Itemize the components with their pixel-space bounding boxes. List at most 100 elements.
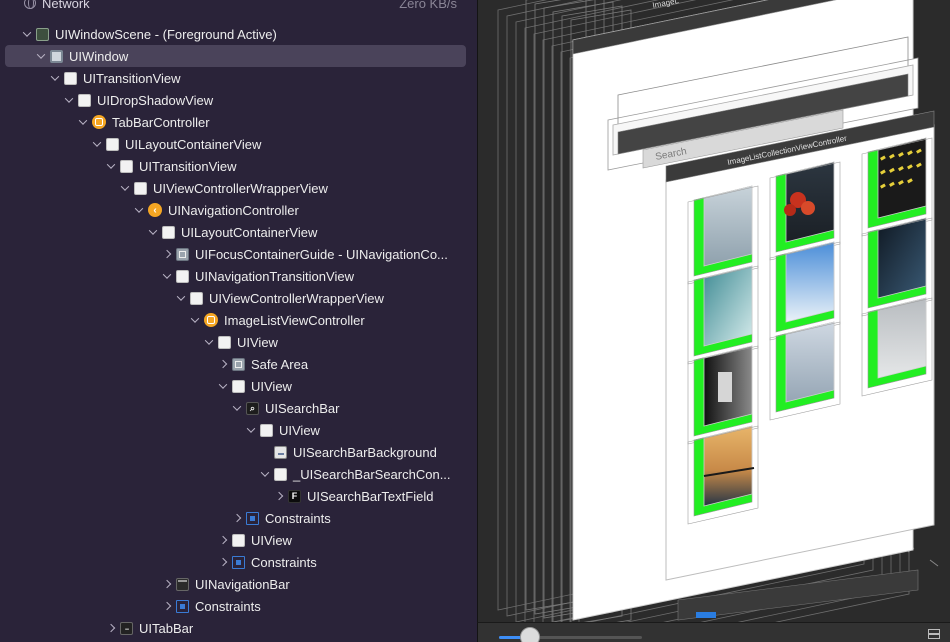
tree-row-label: UITransitionView xyxy=(139,158,237,174)
tree-row-label: UIView xyxy=(279,422,320,438)
tree-row[interactable]: _UISearchBarSearchCon... xyxy=(0,463,477,485)
view-icon xyxy=(232,379,245,393)
search-bar-icon: ⌕ xyxy=(246,401,259,415)
chevron-right-icon[interactable] xyxy=(218,557,228,567)
chevron-down-icon[interactable] xyxy=(162,271,172,281)
tree-row-label: _UISearchBarSearchCon... xyxy=(293,466,451,482)
chevron-right-icon[interactable] xyxy=(218,359,228,369)
focus-guide-icon xyxy=(176,247,189,261)
globe-icon xyxy=(24,0,36,9)
view-icon xyxy=(120,159,133,173)
tree-row[interactable]: UIWindow xyxy=(0,45,477,67)
tree-row[interactable]: Constraints xyxy=(0,551,477,573)
tree-row[interactable]: UINavigationTransitionView xyxy=(0,265,477,287)
tree-row[interactable]: Constraints xyxy=(0,507,477,529)
chevron-down-icon[interactable] xyxy=(232,403,242,413)
tree-row[interactable]: UISearchBarBackground xyxy=(0,441,477,463)
focus-guide-icon xyxy=(232,357,245,371)
tree-row-label: UISearchBarTextField xyxy=(307,488,434,504)
tree-row[interactable]: UITabBar xyxy=(0,617,477,639)
chevron-down-icon[interactable] xyxy=(218,381,228,391)
chevron-right-icon[interactable] xyxy=(162,579,172,589)
chevron-down-icon[interactable] xyxy=(148,227,158,237)
tree-row-label: UINavigationBar xyxy=(195,576,290,592)
tree-row[interactable]: UITransitionView xyxy=(0,67,477,89)
tree-row[interactable]: UIView xyxy=(0,331,477,353)
tree-row[interactable]: Safe Area xyxy=(0,353,477,375)
tree-row[interactable]: UIFocusContainerGuide - UINavigationCo..… xyxy=(0,243,477,265)
tree-row[interactable]: Constraints xyxy=(0,595,477,617)
chevron-down-icon[interactable] xyxy=(106,161,116,171)
view-icon xyxy=(134,181,147,195)
navigation-controller-icon: ‹ xyxy=(148,203,162,217)
tree-row[interactable]: UINavigationBar xyxy=(0,573,477,595)
chevron-right-icon[interactable] xyxy=(274,491,284,501)
tree-row[interactable]: TabBarController xyxy=(0,111,477,133)
tree-row[interactable]: F UISearchBarTextField xyxy=(0,485,477,507)
layer-planes: Search ImageListCollectionViewControllerI… xyxy=(572,0,935,621)
chevron-down-icon[interactable] xyxy=(190,315,200,325)
tree-row-label: UITransitionView xyxy=(83,70,181,86)
tree-row[interactable]: UIView xyxy=(0,419,477,441)
view-hierarchy-navigator: Network Zero KB/s UIWindowScene - (Foreg… xyxy=(0,0,477,642)
network-header: Network Zero KB/s xyxy=(0,0,477,13)
top-vc-label: ImageL xyxy=(652,0,680,10)
chevron-down-icon[interactable] xyxy=(78,117,88,127)
tree-row[interactable]: ‹ UINavigationController xyxy=(0,199,477,221)
view-icon xyxy=(176,269,189,283)
network-speed: Zero KB/s xyxy=(399,0,457,11)
chevron-down-icon[interactable] xyxy=(260,469,270,479)
chevron-down-icon[interactable] xyxy=(36,51,46,61)
view-controller-icon xyxy=(92,115,106,129)
layout-toggle-icon[interactable] xyxy=(928,629,940,639)
chevron-right-icon[interactable] xyxy=(162,249,172,259)
tree-row[interactable]: ⌕ UISearchBar xyxy=(0,397,477,419)
tree-row[interactable]: UILayoutContainerView xyxy=(0,221,477,243)
3d-view-canvas[interactable]: Search ImageListCollectionViewController I… xyxy=(477,0,950,622)
tree-row-label: UILayoutContainerView xyxy=(125,136,262,152)
chevron-right-icon[interactable] xyxy=(162,601,172,611)
chevron-down-icon[interactable] xyxy=(50,73,60,83)
text-field-icon: F xyxy=(288,489,301,503)
chevron-down-icon[interactable] xyxy=(120,183,130,193)
view-icon xyxy=(64,71,77,85)
chevron-down-icon[interactable] xyxy=(134,205,144,215)
tree-row-label: UIView xyxy=(237,334,278,350)
tree-row-label: ImageListViewController xyxy=(224,312,365,328)
view-icon xyxy=(78,93,91,107)
tree-row[interactable]: UIView xyxy=(0,375,477,397)
chevron-right-icon[interactable] xyxy=(232,513,242,523)
chevron-right-icon[interactable] xyxy=(106,623,116,633)
tree-row-label: Constraints xyxy=(265,510,331,526)
view-icon xyxy=(106,137,119,151)
tree-row-label: UIViewControllerWrapperView xyxy=(209,290,384,306)
chevron-down-icon[interactable] xyxy=(176,293,186,303)
tree-row[interactable]: UIWindowScene - (Foreground Active) xyxy=(0,23,477,45)
tree-row[interactable]: UIViewControllerWrapperView xyxy=(0,177,477,199)
exploded-3d-view[interactable]: Search ImageListCollectionViewControllerI… xyxy=(478,0,950,622)
chevron-down-icon[interactable] xyxy=(22,29,32,39)
tree-row[interactable]: UIViewControllerWrapperView xyxy=(0,287,477,309)
chevron-down-icon[interactable] xyxy=(92,139,102,149)
tree-row[interactable]: ImageListViewController xyxy=(0,309,477,331)
network-title: Network xyxy=(42,0,90,11)
zoom-slider-knob[interactable] xyxy=(520,627,541,642)
chevron-down-icon[interactable] xyxy=(246,425,256,435)
view-icon xyxy=(274,467,287,481)
tree-row-label: UISearchBarBackground xyxy=(293,444,437,460)
chevron-down-icon[interactable] xyxy=(64,95,74,105)
chevron-right-icon[interactable] xyxy=(218,535,228,545)
tree-row-label: Constraints xyxy=(195,598,261,614)
tree-row[interactable]: UIDropShadowView xyxy=(0,89,477,111)
tree-row[interactable]: UILayoutContainerView xyxy=(0,133,477,155)
tree-row-label: UIView xyxy=(251,532,292,548)
tree-row-label: TabBarController xyxy=(112,114,210,130)
tree-row[interactable]: UIView xyxy=(0,529,477,551)
tree-row[interactable]: UITransitionView xyxy=(0,155,477,177)
view-icon xyxy=(260,423,273,437)
constraints-icon xyxy=(232,555,245,569)
chevron-down-icon[interactable] xyxy=(204,337,214,347)
tree-row-label: Safe Area xyxy=(251,356,309,372)
tree-row-label: UISearchBar xyxy=(265,400,340,416)
